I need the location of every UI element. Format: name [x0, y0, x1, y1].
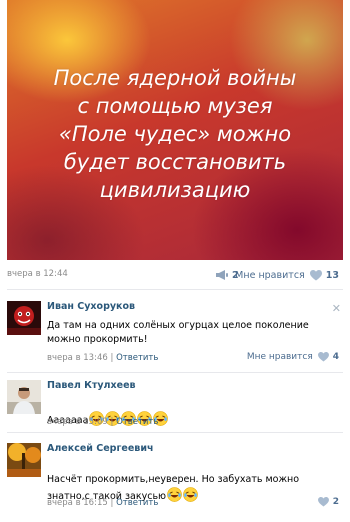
megaphone-icon — [216, 270, 228, 280]
heart-icon — [317, 352, 329, 362]
comment-author[interactable]: Алексей Сергеевич — [47, 443, 154, 454]
laughing-tears-emoji-icon — [167, 487, 182, 502]
comment: Алексей Сергеевич Насчёт прокормить,неув… — [7, 443, 343, 511]
comment-like-button[interactable]: 2 — [317, 497, 339, 507]
heart-icon — [317, 497, 329, 507]
meta-separator: | — [110, 353, 114, 363]
divider — [7, 289, 343, 290]
comment-author[interactable]: Иван Сухоруков — [47, 301, 135, 312]
like-button[interactable]: Мне нравится 13 — [235, 267, 339, 283]
reply-link[interactable]: Ответить — [116, 353, 158, 363]
reply-link[interactable]: Ответить — [116, 417, 158, 427]
like-count: 4 — [332, 352, 339, 362]
comment-meta: вчера в 13:46 | Ответить — [47, 353, 158, 363]
avatar[interactable] — [7, 301, 41, 335]
like-count: 13 — [325, 269, 339, 281]
comment-meta: вчера в 16:15 | Ответить — [47, 498, 158, 508]
post-image-text: После ядерной войны с помощью музея «Пол… — [53, 66, 297, 202]
post-image[interactable]: После ядерной войны с помощью музея «Пол… — [7, 0, 343, 260]
post-date[interactable]: вчера в 12:44 — [7, 269, 68, 279]
like-count: 2 — [332, 497, 339, 507]
close-icon[interactable]: ✕ — [332, 302, 341, 315]
comment-text: Да там на одних солёных огурцах целое по… — [47, 320, 309, 345]
meta-separator: | — [110, 498, 114, 508]
divider — [7, 372, 343, 373]
like-label: Мне нравится — [235, 269, 305, 281]
avatar[interactable] — [7, 443, 41, 477]
like-label: Мне нравится — [246, 352, 313, 362]
laughing-tears-emoji-icon — [183, 487, 198, 502]
meta-separator: | — [110, 417, 114, 427]
avatar[interactable] — [7, 380, 41, 414]
comment-date[interactable]: вчера в 16:15 — [47, 498, 108, 508]
comment-date[interactable]: вчера в 13:46 — [47, 353, 108, 363]
comment-like-button[interactable]: Мне нравится 4 — [247, 352, 339, 362]
comment: Павел Ктулхеев Ааааааа вчера в 15:09 | О… — [7, 380, 343, 430]
heart-icon — [309, 269, 322, 280]
comment: Иван Сухоруков ✕ Да там на одних солёных… — [7, 301, 343, 369]
divider — [7, 432, 343, 433]
comment-meta: вчера в 15:09 | Ответить — [47, 417, 158, 427]
comment-date[interactable]: вчера в 15:09 — [47, 417, 108, 427]
post-footer: вчера в 12:44 2 Мне нравится 13 — [7, 266, 343, 284]
comment-author[interactable]: Павел Ктулхеев — [47, 380, 136, 391]
reply-link[interactable]: Ответить — [116, 498, 158, 508]
